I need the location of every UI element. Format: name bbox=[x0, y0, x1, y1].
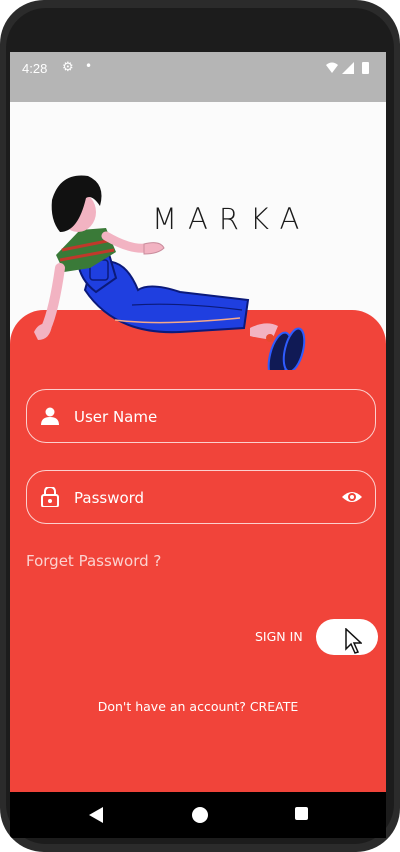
back-icon[interactable] bbox=[88, 806, 104, 824]
username-input[interactable] bbox=[72, 398, 326, 436]
status-icons bbox=[326, 62, 369, 74]
create-account-link[interactable]: Don't have an account? CREATE bbox=[10, 699, 386, 714]
lock-icon bbox=[41, 487, 59, 507]
username-field bbox=[26, 389, 376, 443]
status-time: 4:28 bbox=[22, 61, 48, 76]
girl-illustration bbox=[34, 175, 306, 370]
recent-apps-icon[interactable] bbox=[295, 807, 308, 820]
wifi-icon bbox=[326, 62, 338, 73]
battery-icon bbox=[362, 62, 369, 74]
status-bar: 4:28 ⚙ • bbox=[10, 52, 386, 102]
mouse-cursor-icon bbox=[345, 628, 362, 654]
dot-icon: • bbox=[85, 59, 93, 73]
forget-password-link[interactable]: Forget Password ? bbox=[26, 552, 161, 570]
password-field bbox=[26, 470, 376, 524]
app-screen: 4:28 ⚙ • MARKA User Name Forget Password… bbox=[10, 52, 386, 792]
eye-icon[interactable] bbox=[341, 488, 363, 506]
password-input[interactable] bbox=[72, 479, 326, 517]
signal-icon bbox=[342, 62, 354, 74]
sign-in-label[interactable]: SIGN IN bbox=[255, 629, 303, 644]
person-icon bbox=[41, 407, 59, 425]
login-panel bbox=[10, 310, 386, 792]
device-frame: 4:28 ⚙ • MARKA User Name Forget Password… bbox=[0, 0, 400, 852]
gear-icon: ⚙ bbox=[62, 60, 74, 75]
home-icon[interactable] bbox=[192, 807, 208, 823]
navigation-bar bbox=[10, 792, 386, 838]
